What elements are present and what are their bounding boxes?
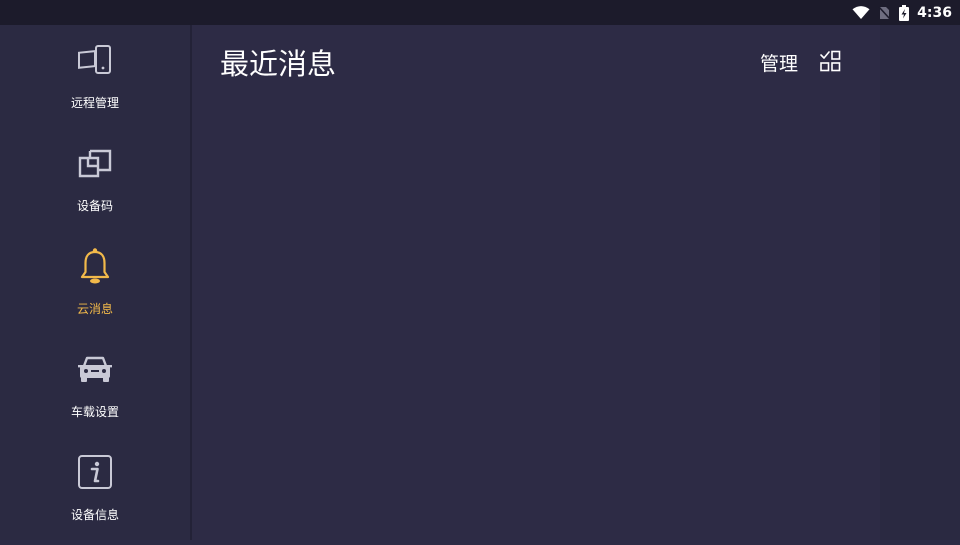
- sidebar-nav: 远程管理 设备码 云消息 车载设置 设备信息: [0, 25, 190, 540]
- sidebar-item-cloud-messages[interactable]: 云消息: [0, 236, 190, 339]
- status-time: 4:36: [917, 4, 952, 21]
- remote-devices-icon: [75, 40, 115, 80]
- manage-button[interactable]: 管理: [760, 52, 798, 76]
- info-icon: [75, 452, 115, 492]
- page-title: 最近消息: [220, 47, 337, 81]
- multi-select-icon[interactable]: [819, 50, 843, 74]
- status-bar: 4:36: [0, 0, 960, 25]
- sidebar-item-device-code[interactable]: 设备码: [0, 133, 190, 236]
- wifi-icon: [852, 5, 870, 20]
- sidebar-item-label: 设备码: [76, 199, 113, 213]
- sidebar-item-label: 设备信息: [70, 508, 119, 522]
- sidebar-item-label: 车载设置: [70, 405, 119, 419]
- bell-icon: [75, 246, 115, 286]
- main-panel: 最近消息 管理: [192, 25, 880, 540]
- no-sim-icon: [878, 5, 891, 20]
- sidebar-item-car-settings[interactable]: 车载设置: [0, 339, 190, 442]
- sidebar-item-label: 远程管理: [70, 96, 119, 110]
- device-code-icon: [75, 143, 115, 183]
- sidebar-item-device-info[interactable]: 设备信息: [0, 442, 190, 545]
- status-icons: 4:36: [844, 0, 952, 25]
- battery-charging-icon: [899, 4, 910, 21]
- sidebar-item-label: 云消息: [76, 302, 113, 316]
- car-icon: [75, 349, 115, 389]
- sidebar-item-remote-management[interactable]: 远程管理: [0, 30, 190, 133]
- right-margin-panel: [880, 25, 960, 540]
